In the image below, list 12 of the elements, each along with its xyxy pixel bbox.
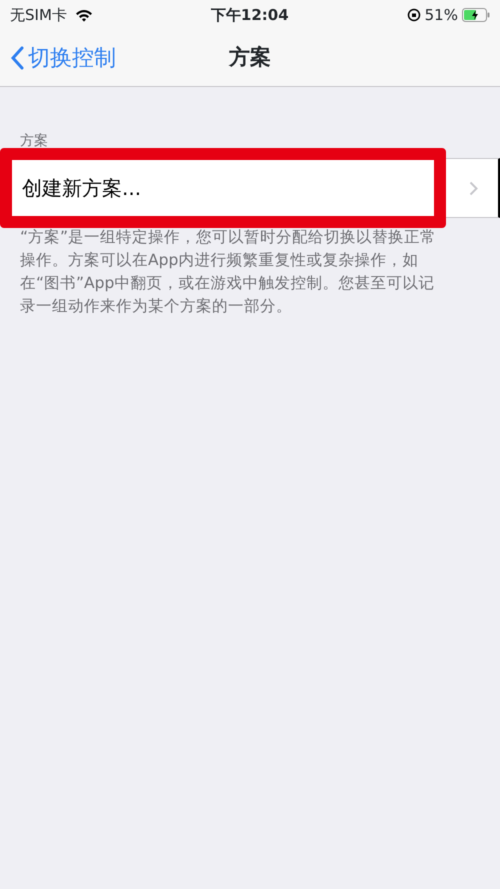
section-header: 方案 — [19, 132, 49, 151]
time-text: 下午12:04 — [210, 4, 289, 26]
battery-icon — [462, 8, 490, 22]
section-footer-text: “方案”是一组特定操作，您可以暂时分配给切换以替换正常操作。方案可以在App内进行频繁重复性或复杂操作，如在“图书”App中翻页，或在游戏中触发控制。您甚至可以记录一组动作来作为某个方案的一部分。 — [19, 227, 438, 317]
carrier-text: 无SIM卡 — [10, 4, 67, 26]
page-title: 方案 — [229, 44, 271, 72]
back-chevron-icon — [10, 46, 24, 70]
rotation-lock-icon — [406, 8, 421, 22]
wifi-icon — [74, 8, 93, 22]
chevron-icon — [469, 180, 478, 196]
back-button[interactable]: 切换控制 — [0, 42, 116, 74]
battery-percent: 51% — [424, 4, 458, 26]
